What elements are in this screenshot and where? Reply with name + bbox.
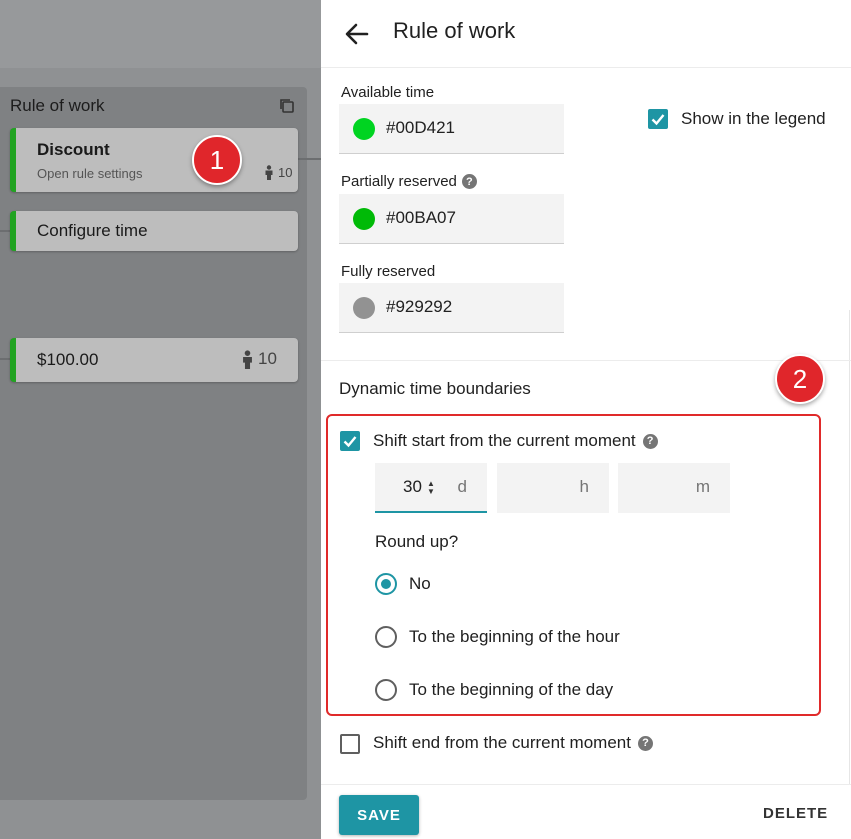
person-count-value: 10 [278,165,293,180]
dynamic-section-title: Dynamic time boundaries [339,379,531,398]
connector-line [298,158,321,160]
shift-start-text: Shift start from the current moment [373,431,636,450]
color-value: #929292 [386,297,453,316]
round-up-label: Round up? [375,532,459,551]
person-count: 10 [241,349,277,369]
rule-panel [0,87,307,800]
color-value: #00D421 [386,118,456,137]
round-hour-label: To the beginning of the hour [409,627,620,646]
round-hour-radio[interactable] [375,626,397,648]
check-icon [343,436,357,448]
discount-card[interactable]: Discount Open rule settings 10 [10,128,298,192]
color-swatch [353,297,375,319]
shift-start-checkbox[interactable] [340,431,360,451]
copy-icon[interactable] [278,97,296,115]
card-subtitle: Open rule settings [37,166,143,181]
highlight-box [326,414,821,716]
available-time-label-text: Available time [341,84,435,101]
partially-reserved-label-text: Partially reserved [341,173,457,190]
delete-button[interactable]: DELETE [763,805,828,822]
hours-input[interactable]: h [497,463,609,513]
days-input[interactable]: 30 ▲ ▼ d [375,463,487,513]
round-day-label: To the beginning of the day [409,680,614,699]
scroll-rail [849,310,850,784]
save-button[interactable]: SAVE [339,795,419,835]
days-value: 30 [403,477,422,496]
days-unit: d [457,477,467,496]
available-time-color-field[interactable]: #00D421 [339,104,564,154]
shift-end-label: Shift end from the current moment ? [373,733,653,753]
connector-line [0,358,10,360]
settings-panel: Rule of work Available time #00D421 Show… [321,0,851,839]
section-divider [321,360,851,361]
round-day-radio[interactable] [375,679,397,701]
person-icon [265,165,273,180]
show-in-legend-text: Show in the legend [681,109,826,128]
card-title: Discount [37,140,110,159]
person-count-value: 10 [258,349,277,368]
page-title: Rule of work [393,18,516,43]
card-title: Configure time [37,221,148,240]
annotation-badge-1: 1 [192,135,242,185]
shift-end-checkbox[interactable] [340,734,360,754]
show-in-legend-checkbox[interactable] [648,109,668,129]
shift-end-text: Shift end from the current moment [373,733,631,752]
partially-reserved-color-field[interactable]: #00BA07 [339,194,564,244]
help-icon[interactable]: ? [461,174,477,189]
round-no-label: No [409,574,431,593]
rule-panel-title: Rule of work [10,96,105,115]
fully-reserved-label: Fully reserved [341,263,435,280]
card-title: $100.00 [37,350,99,369]
round-no-radio[interactable] [375,573,397,595]
price-card[interactable]: $100.00 10 [10,338,298,382]
person-count: 10 [264,165,292,180]
background-topbar [0,0,321,68]
color-value: #00BA07 [386,208,456,227]
check-icon [651,114,665,126]
color-swatch [353,208,375,230]
annotation-badge-2: 2 [775,354,825,404]
shift-start-label: Shift start from the current moment ? [373,431,658,451]
available-time-label: Available time [341,84,434,101]
fully-reserved-label-text: Fully reserved [341,263,436,280]
connector-line [0,230,10,232]
hours-unit: h [579,477,589,496]
minutes-input[interactable]: m [618,463,730,513]
minutes-unit: m [695,477,710,496]
fully-reserved-color-field[interactable]: #929292 [339,283,564,333]
help-icon[interactable]: ? [637,735,653,751]
person-icon [243,349,252,369]
footer-divider [321,784,851,785]
color-swatch [353,118,375,140]
help-icon[interactable]: ? [642,433,658,449]
back-arrow-icon[interactable] [341,18,373,50]
show-in-legend-label: Show in the legend [681,109,826,129]
partially-reserved-label: Partially reserved ? [341,173,477,190]
configure-time-card[interactable]: Configure time [10,211,298,251]
panel-header: Rule of work [321,0,851,68]
spinner-icon[interactable]: ▲ ▼ [427,480,435,496]
